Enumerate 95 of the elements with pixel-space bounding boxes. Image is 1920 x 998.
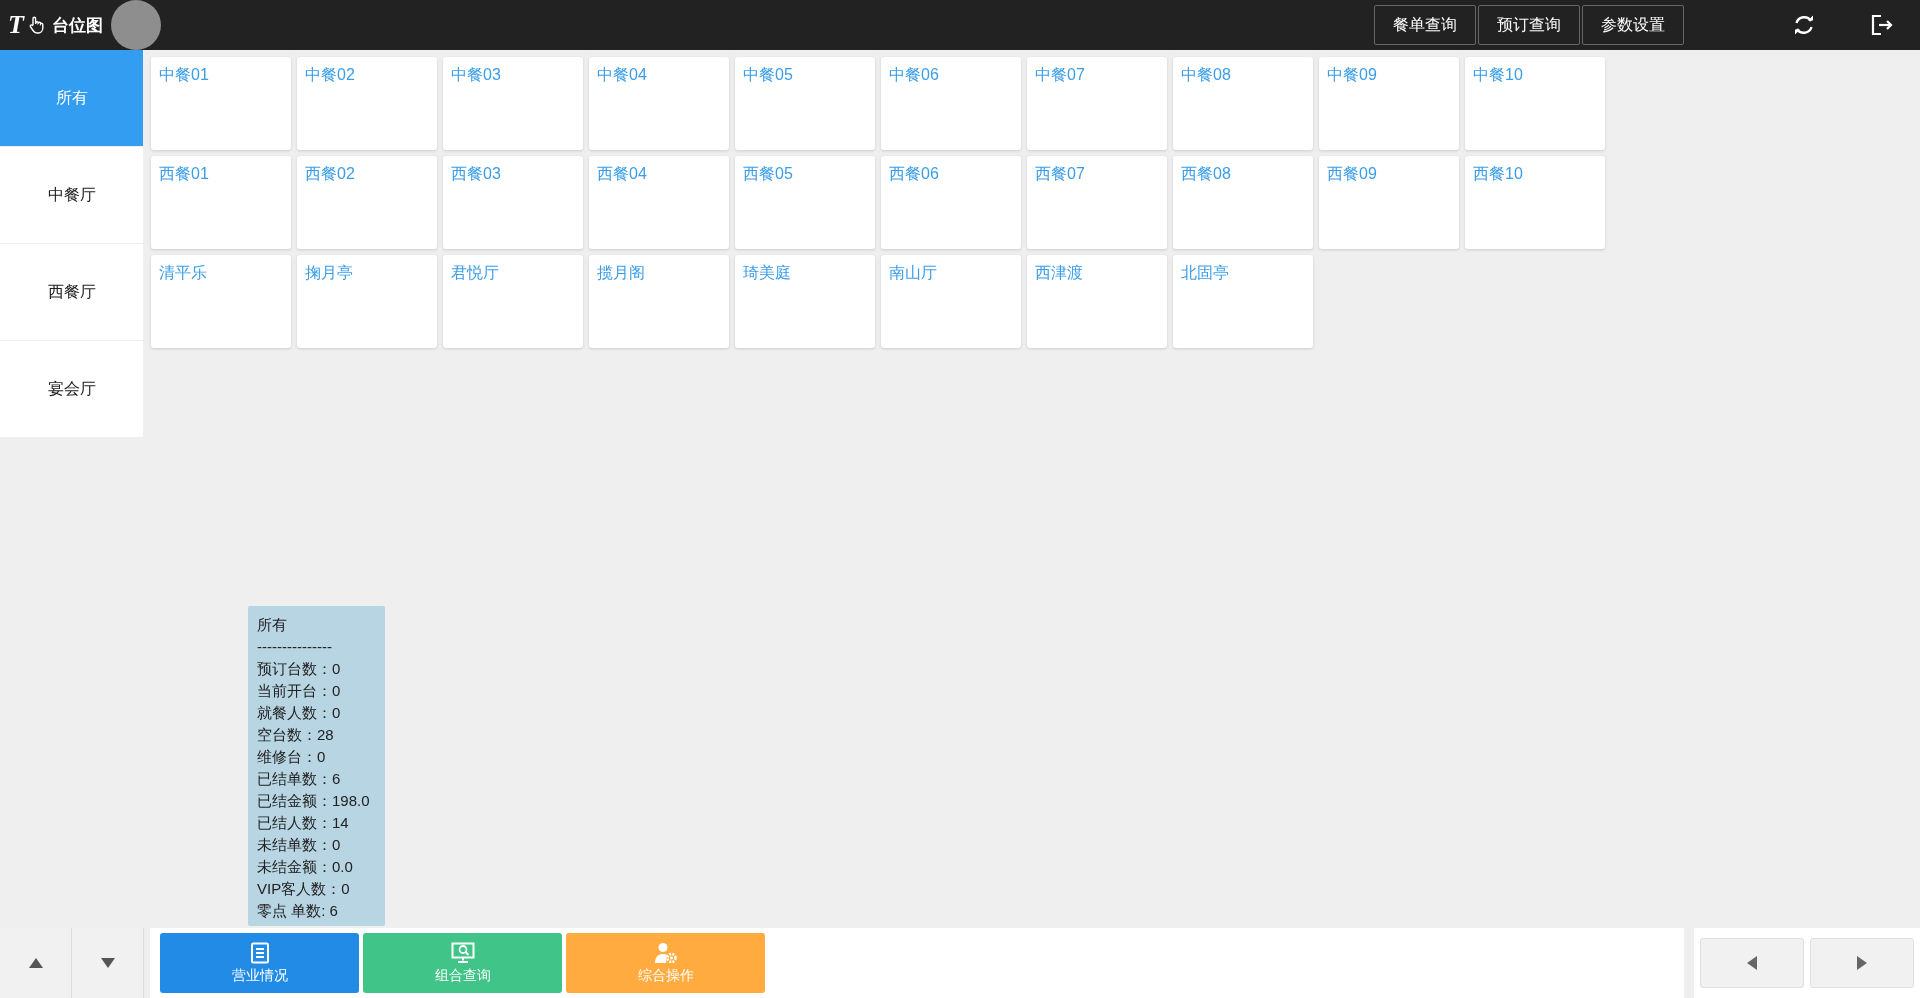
summary-line: 已结单数：6 — [257, 769, 342, 789]
summary-line: 零点 单数: 6 — [257, 901, 339, 921]
table-card[interactable]: 中餐06 — [881, 57, 1021, 150]
summary-line: 已结人数：14 — [257, 813, 350, 833]
table-card[interactable]: 中餐10 — [1465, 57, 1605, 150]
table-card[interactable]: 中餐05 — [735, 57, 875, 150]
app-title: 台位图 — [51, 14, 103, 37]
table-card[interactable]: 西餐03 — [443, 156, 583, 249]
table-name: 中餐03 — [451, 66, 501, 83]
table-name: 琦美庭 — [743, 264, 791, 281]
summary-line: 当前开台：0 — [257, 681, 342, 701]
table-card[interactable]: 清平乐 — [151, 255, 291, 348]
table-name: 西餐05 — [743, 165, 793, 182]
table-card[interactable]: 中餐03 — [443, 57, 583, 150]
table-name: 君悦厅 — [451, 264, 499, 281]
next-page-button[interactable] — [1810, 938, 1914, 988]
summary-line: 未结金额：0.0 — [257, 857, 354, 877]
table-card[interactable]: 西餐05 — [735, 156, 875, 249]
table-card[interactable]: 中餐02 — [297, 57, 437, 150]
summary-line: 维修台：0 — [257, 747, 327, 767]
avatar[interactable] — [110, 0, 161, 50]
table-name: 中餐10 — [1473, 66, 1523, 83]
table-name: 揽月阁 — [597, 264, 645, 281]
table-name: 中餐02 — [305, 66, 355, 83]
summary-line: VIP客人数：0 — [257, 879, 351, 899]
table-name: 中餐05 — [743, 66, 793, 83]
summary-line: 就餐人数：0 — [257, 703, 342, 723]
user-gear-icon — [653, 941, 678, 964]
summary-title: 所有 — [257, 615, 288, 635]
table-card[interactable]: 西餐07 — [1027, 156, 1167, 249]
summary-line: 已结金额：198.0 — [257, 791, 371, 811]
sidebar-item[interactable]: 中餐厅 — [0, 147, 143, 243]
table-card[interactable]: 西餐09 — [1319, 156, 1459, 249]
table-card[interactable]: 西餐01 — [151, 156, 291, 249]
table-name: 中餐06 — [889, 66, 939, 83]
table-name: 西餐10 — [1473, 165, 1523, 182]
table-card[interactable]: 中餐08 — [1173, 57, 1313, 150]
header-button[interactable]: 参数设置 — [1582, 5, 1684, 45]
table-card[interactable]: 君悦厅 — [443, 255, 583, 348]
header-button[interactable]: 餐单查询 — [1374, 5, 1476, 45]
previous-page-button[interactable] — [1700, 938, 1804, 988]
table-card[interactable]: 南山厅 — [881, 255, 1021, 348]
table-card[interactable]: 西餐06 — [881, 156, 1021, 249]
table-name: 掬月亭 — [305, 264, 353, 281]
header-button[interactable]: 预订查询 — [1478, 5, 1580, 45]
table-card[interactable]: 掬月亭 — [297, 255, 437, 348]
table-card[interactable]: 中餐01 — [151, 57, 291, 150]
sidebar-item[interactable]: 所有 — [0, 50, 143, 146]
table-card[interactable]: 中餐04 — [589, 57, 729, 150]
table-name: 清平乐 — [159, 264, 207, 281]
table-name: 南山厅 — [889, 264, 937, 281]
table-card[interactable]: 西餐10 — [1465, 156, 1605, 249]
table-name: 西津渡 — [1035, 264, 1083, 281]
hand-icon — [27, 16, 44, 34]
table-name: 西餐06 — [889, 165, 939, 182]
logo-mark: T — [8, 10, 24, 40]
table-name: 中餐01 — [159, 66, 209, 83]
table-name: 北固亭 — [1181, 264, 1229, 281]
action-button[interactable]: 综合操作 — [566, 933, 765, 993]
table-name: 西餐04 — [597, 165, 647, 182]
table-card[interactable]: 西津渡 — [1027, 255, 1167, 348]
table-name: 西餐01 — [159, 165, 209, 182]
table-name: 西餐07 — [1035, 165, 1085, 182]
refresh-icon[interactable] — [1792, 13, 1816, 37]
table-name: 中餐07 — [1035, 66, 1085, 83]
left-triangle-icon — [1747, 956, 1757, 970]
sidebar-item[interactable]: 宴会厅 — [0, 341, 143, 437]
action-button[interactable]: 组合查询 — [363, 933, 562, 993]
monitor-search-icon — [450, 941, 475, 964]
document-icon — [249, 941, 270, 964]
right-triangle-icon — [1857, 956, 1867, 970]
table-card[interactable]: 中餐09 — [1319, 57, 1459, 150]
table-card[interactable]: 北固亭 — [1173, 255, 1313, 348]
table-name: 西餐03 — [451, 165, 501, 182]
table-card[interactable]: 西餐08 — [1173, 156, 1313, 249]
table-name: 中餐04 — [597, 66, 647, 83]
table-card[interactable]: 琦美庭 — [735, 255, 875, 348]
separator-text: --------------- — [257, 637, 333, 657]
table-name: 中餐09 — [1327, 66, 1377, 83]
table-name: 中餐08 — [1181, 66, 1231, 83]
action-button[interactable]: 营业情况 — [160, 933, 359, 993]
summary-line: 预订台数：0 — [257, 659, 342, 679]
summary-line: 空台数：28 — [257, 725, 335, 745]
down-triangle-icon — [100, 958, 115, 968]
table-name: 西餐09 — [1327, 165, 1377, 182]
table-card[interactable]: 揽月阁 — [589, 255, 729, 348]
sidebar-item[interactable]: 西餐厅 — [0, 244, 143, 340]
logout-icon[interactable] — [1870, 13, 1894, 37]
summary-line: 未结单数：0 — [257, 835, 342, 855]
table-card[interactable]: 中餐07 — [1027, 57, 1167, 150]
table-name: 西餐02 — [305, 165, 355, 182]
table-name: 西餐08 — [1181, 165, 1231, 182]
table-card[interactable]: 西餐02 — [297, 156, 437, 249]
up-triangle-icon — [28, 958, 43, 968]
table-card[interactable]: 西餐04 — [589, 156, 729, 249]
